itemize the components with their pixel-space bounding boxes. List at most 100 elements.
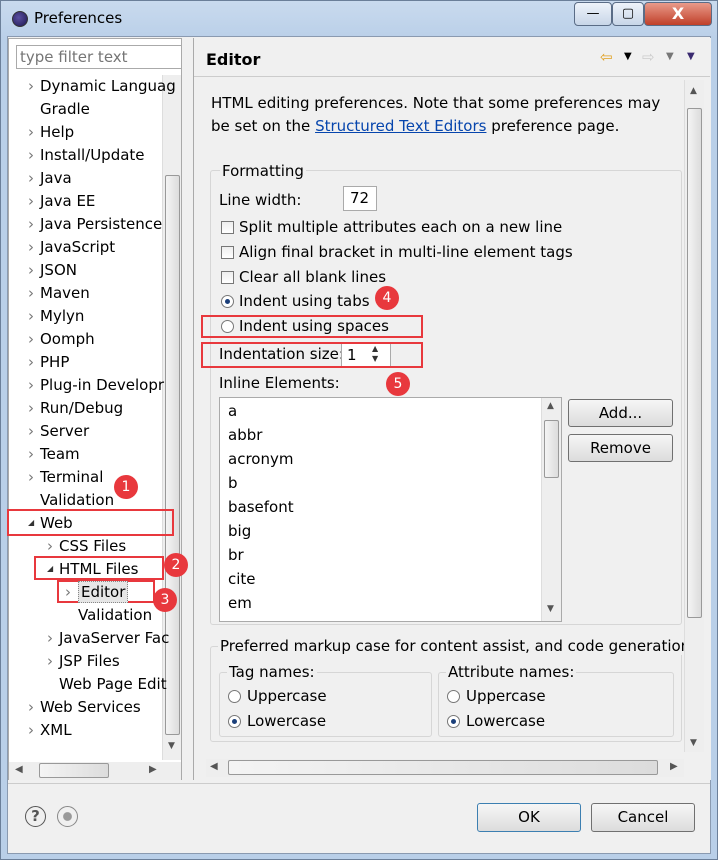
tree-item[interactable]: Maven	[40, 282, 90, 304]
tree-item[interactable]: Validation	[78, 604, 152, 626]
expand-arrow-icon[interactable]: ›	[28, 397, 34, 419]
expand-arrow-icon[interactable]: ›	[28, 696, 34, 718]
expand-arrow-icon[interactable]: ›	[28, 466, 34, 488]
tree-item[interactable]: Java EE	[40, 190, 95, 212]
tree-item[interactable]: Team	[40, 443, 80, 465]
list-item[interactable]: br	[228, 546, 244, 564]
forward-menu-icon[interactable]: ▼	[666, 51, 674, 62]
scroll-left-icon[interactable]: ◀	[15, 764, 23, 775]
scrollbar-thumb[interactable]	[544, 420, 559, 478]
tree-item[interactable]: CSS Files	[59, 535, 126, 557]
tree-item[interactable]: Run/Debug	[40, 397, 123, 419]
expand-arrow-icon[interactable]: ›	[28, 282, 34, 304]
expand-arrow-icon[interactable]: ›	[28, 305, 34, 327]
expand-arrow-icon[interactable]: ›	[28, 374, 34, 396]
inline-elements-list[interactable]: a abbr acronym b basefont big br cite em	[219, 397, 562, 622]
line-width-input[interactable]: 72	[343, 186, 377, 211]
tag-lowercase-radio[interactable]	[228, 715, 241, 728]
expand-arrow-icon[interactable]: ›	[28, 236, 34, 258]
list-item[interactable]: b	[228, 474, 238, 492]
list-item[interactable]: acronym	[228, 450, 293, 468]
cancel-button[interactable]: Cancel	[591, 803, 695, 832]
structured-text-editors-link[interactable]: Structured Text Editors	[315, 117, 486, 135]
expand-arrow-icon[interactable]: ›	[47, 650, 53, 672]
tree-item[interactable]: Dynamic Languag	[40, 75, 176, 97]
maximize-button[interactable]: ▢	[612, 2, 644, 26]
indent-tabs-radio[interactable]	[221, 295, 234, 308]
expand-arrow-icon[interactable]: ›	[28, 328, 34, 350]
view-menu-icon[interactable]: ▼	[687, 51, 695, 62]
expand-arrow-icon[interactable]: ›	[28, 420, 34, 442]
tree-item[interactable]: Plug-in Developr	[40, 374, 164, 396]
scroll-down-icon[interactable]: ▼	[168, 741, 175, 751]
expand-arrow-icon[interactable]: ›	[47, 627, 53, 649]
page-vertical-scrollbar[interactable]: ▲ ▼	[684, 80, 704, 752]
forward-icon[interactable]: ⇨	[642, 48, 655, 66]
scroll-right-icon[interactable]: ▶	[149, 764, 157, 775]
list-item[interactable]: big	[228, 522, 251, 540]
tree-item[interactable]: Java	[40, 167, 72, 189]
tree-item[interactable]: Server	[40, 420, 89, 442]
list-item[interactable]: abbr	[228, 426, 262, 444]
import-export-icon[interactable]	[57, 806, 78, 827]
tree-item[interactable]: JavaServer Fac	[59, 627, 169, 649]
close-button[interactable]: X	[644, 2, 712, 26]
tree-item[interactable]: JSON	[40, 259, 77, 281]
back-menu-icon[interactable]: ▼	[624, 51, 632, 62]
tree-item[interactable]: Editor	[78, 581, 129, 603]
tree-item[interactable]: Help	[40, 121, 74, 143]
expand-arrow-icon[interactable]: ›	[28, 213, 34, 235]
expand-arrow-icon[interactable]: ›	[28, 190, 34, 212]
minimize-button[interactable]: —	[574, 2, 612, 26]
split-attributes-checkbox[interactable]	[221, 221, 234, 234]
expand-arrow-icon[interactable]: ›	[28, 351, 34, 373]
ok-button[interactable]: OK	[477, 803, 581, 832]
list-item[interactable]: em	[228, 594, 252, 612]
filter-input[interactable]	[16, 45, 182, 69]
list-item[interactable]: a	[228, 402, 237, 420]
expand-arrow-icon[interactable]: ›	[28, 121, 34, 143]
tree-vertical-scrollbar[interactable]: ▼	[162, 75, 181, 760]
tree-item[interactable]: Oomph	[40, 328, 95, 350]
expand-arrow-icon[interactable]: ›	[47, 535, 53, 557]
remove-button[interactable]: Remove	[568, 434, 673, 462]
align-bracket-checkbox[interactable]	[221, 246, 234, 259]
scrollbar-thumb[interactable]	[165, 175, 180, 735]
expand-arrow-icon[interactable]: ›	[28, 144, 34, 166]
tag-uppercase-radio[interactable]	[228, 690, 241, 703]
tree-item[interactable]: Mylyn	[40, 305, 84, 327]
tree-horizontal-scrollbar[interactable]: ◀ ▶	[9, 762, 181, 780]
tree-item[interactable]: Install/Update	[40, 144, 145, 166]
expand-arrow-icon[interactable]: ›	[65, 581, 71, 603]
attr-uppercase-radio[interactable]	[447, 690, 460, 703]
page-horizontal-scrollbar[interactable]: ◀ ▶	[206, 759, 684, 777]
scrollbar-thumb[interactable]	[687, 108, 702, 618]
tree-item[interactable]: Terminal	[40, 466, 103, 488]
collapse-arrow-icon[interactable]: ◢	[47, 558, 53, 580]
expand-arrow-icon[interactable]: ›	[28, 443, 34, 465]
tree-item[interactable]: XML	[40, 719, 72, 741]
help-icon[interactable]: ?	[25, 806, 46, 827]
expand-arrow-icon[interactable]: ›	[28, 719, 34, 741]
list-item[interactable]: basefont	[228, 498, 294, 516]
back-icon[interactable]: ⇦	[600, 48, 613, 66]
tree-item[interactable]: JavaScript	[40, 236, 115, 258]
tree-item[interactable]: Validation	[40, 489, 114, 511]
add-button[interactable]: Add...	[568, 399, 673, 427]
tree-item[interactable]: Web	[40, 512, 73, 534]
tree-item[interactable]: Gradle	[40, 98, 90, 120]
tree-item[interactable]: Java Persistence	[40, 213, 162, 235]
list-item[interactable]: cite	[228, 570, 256, 588]
tree-item[interactable]: Web Services	[40, 696, 141, 718]
expand-arrow-icon[interactable]: ›	[28, 167, 34, 189]
tree-item[interactable]: HTML Files	[59, 558, 138, 580]
scrollbar-thumb[interactable]	[228, 760, 658, 775]
tree-item[interactable]: JSP Files	[59, 650, 120, 672]
list-scrollbar[interactable]: ▲ ▼	[541, 398, 561, 621]
clear-blank-lines-checkbox[interactable]	[221, 271, 234, 284]
expand-arrow-icon[interactable]: ›	[28, 75, 34, 97]
scrollbar-thumb[interactable]	[39, 763, 109, 778]
expand-arrow-icon[interactable]: ›	[28, 259, 34, 281]
tree-item[interactable]: Web Page Edit	[59, 673, 167, 695]
collapse-arrow-icon[interactable]: ◢	[28, 512, 34, 534]
